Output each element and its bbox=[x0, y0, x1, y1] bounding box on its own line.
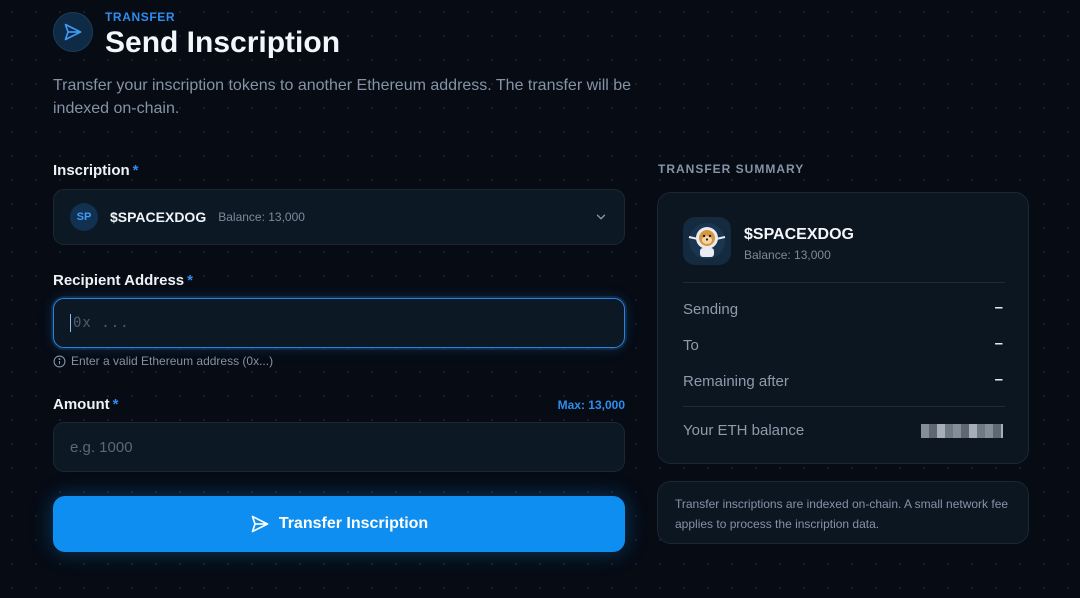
summary-row-value: – bbox=[994, 371, 1003, 388]
selected-token-balance: Balance: 13,000 bbox=[218, 210, 305, 224]
text-caret bbox=[70, 314, 71, 332]
summary-row-label: Sending bbox=[683, 301, 739, 318]
eyebrow-label: TRANSFER bbox=[105, 10, 176, 24]
recipient-hint: Enter a valid Ethereum address (0x...) bbox=[53, 354, 273, 368]
amount-label-text: Amount bbox=[53, 396, 110, 413]
amount-field[interactable] bbox=[53, 422, 625, 472]
recipient-address-input[interactable] bbox=[73, 315, 624, 331]
dog-astronaut-icon bbox=[683, 217, 731, 265]
divider bbox=[683, 282, 1005, 283]
token-badge: SP bbox=[70, 203, 98, 231]
chevron-down-icon bbox=[594, 210, 608, 229]
recipient-label-text: Recipient Address bbox=[53, 272, 185, 289]
inscription-label-text: Inscription bbox=[53, 162, 130, 179]
send-icon bbox=[53, 12, 93, 52]
recipient-label: Recipient Address * bbox=[53, 272, 193, 289]
transfer-button-label: Transfer Inscription bbox=[278, 515, 429, 532]
fee-note: Transfer inscriptions are indexed on-cha… bbox=[657, 481, 1029, 544]
inscription-label: Inscription * bbox=[53, 162, 139, 179]
transfer-inscription-button[interactable]: Transfer Inscription bbox=[53, 496, 625, 552]
amount-label: Amount * bbox=[53, 396, 119, 413]
info-icon bbox=[53, 355, 66, 367]
eth-balance-label: Your ETH balance bbox=[683, 422, 805, 439]
summary-row-value: – bbox=[994, 299, 1003, 316]
page-title: Send Inscription bbox=[105, 26, 341, 59]
inscription-select[interactable]: SP $SPACEXDOG Balance: 13,000 bbox=[53, 189, 625, 245]
summary-token-balance: Balance: 13,000 bbox=[744, 248, 831, 262]
required-mark: * bbox=[187, 272, 193, 289]
eth-balance-value-redacted bbox=[921, 424, 1003, 438]
recipient-hint-text: Enter a valid Ethereum address (0x...) bbox=[71, 354, 274, 368]
max-amount-button[interactable]: Max: 13,000 bbox=[558, 398, 625, 412]
selected-token-name: $SPACEXDOG bbox=[110, 209, 207, 225]
summary-row-label: Remaining after bbox=[683, 373, 789, 390]
page-subtitle: Transfer your inscription tokens to anot… bbox=[53, 77, 632, 117]
amount-input[interactable] bbox=[70, 438, 624, 456]
summary-heading: TRANSFER SUMMARY bbox=[658, 162, 805, 176]
send-icon bbox=[251, 515, 269, 533]
required-mark: * bbox=[112, 396, 119, 413]
transfer-summary-card: $SPACEXDOG Balance: 13,000 Sending – To … bbox=[657, 192, 1029, 464]
divider bbox=[683, 406, 1005, 407]
recipient-address-field[interactable] bbox=[53, 298, 625, 348]
summary-token-name: $SPACEXDOG bbox=[744, 226, 854, 243]
summary-row-value: – bbox=[994, 335, 1003, 352]
required-mark: * bbox=[132, 162, 139, 179]
summary-row-label: To bbox=[683, 337, 699, 354]
